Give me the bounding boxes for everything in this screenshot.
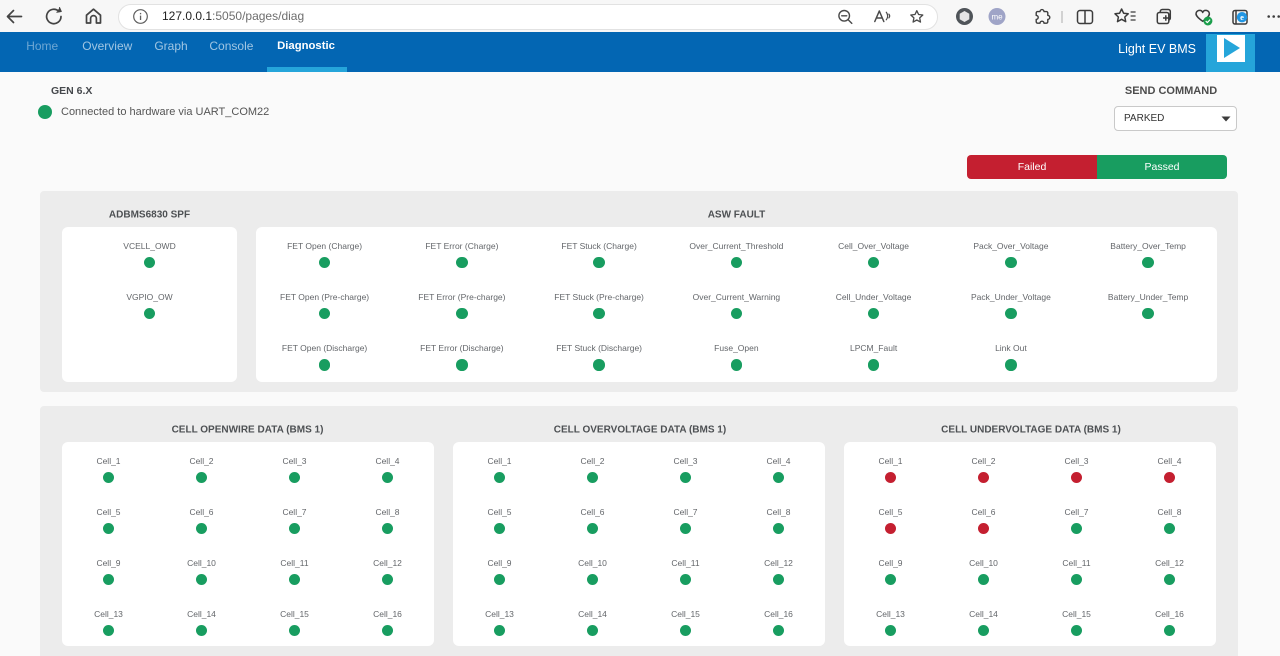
svg-text:me: me [991, 13, 1003, 22]
svg-text:e: e [1240, 12, 1244, 22]
